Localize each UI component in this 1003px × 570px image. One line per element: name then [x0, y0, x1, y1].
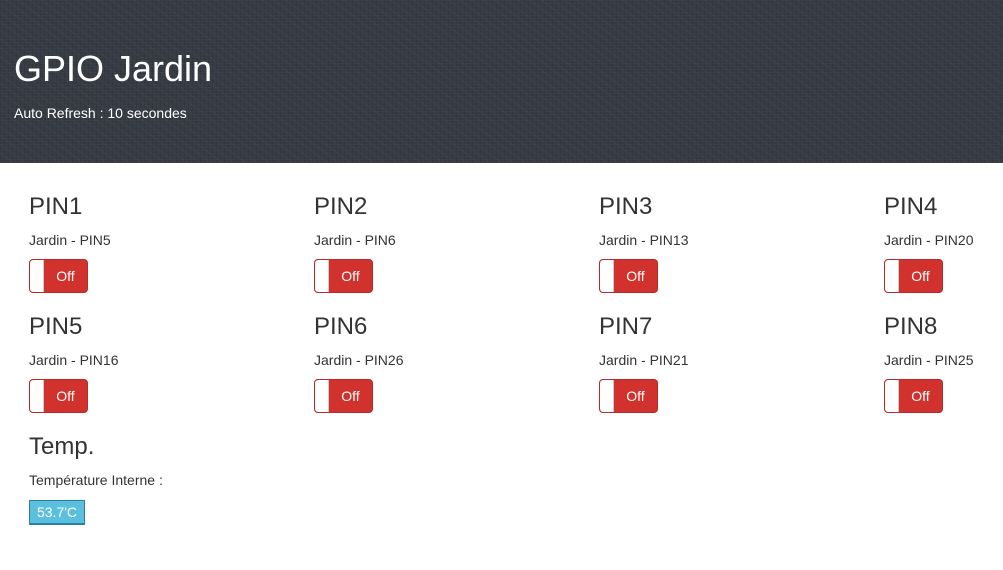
pin-title: PIN6 — [314, 313, 368, 340]
pin5-toggle[interactable]: Off — [29, 379, 88, 413]
pin-title: PIN7 — [599, 313, 653, 340]
pin-description: Jardin - PIN5 — [29, 232, 111, 248]
pin-description: Jardin - PIN16 — [29, 352, 119, 368]
pin-description: Jardin - PIN25 — [884, 352, 974, 368]
page-title: GPIO Jardin — [14, 48, 213, 89]
toggle-handle — [885, 260, 899, 292]
pin-title: PIN2 — [314, 193, 368, 220]
pin6-toggle[interactable]: Off — [314, 379, 373, 413]
pin-description: Jardin - PIN21 — [599, 352, 689, 368]
pin8-toggle[interactable]: Off — [884, 379, 943, 413]
pin-title: PIN1 — [29, 193, 83, 220]
pin2-toggle[interactable]: Off — [314, 259, 373, 293]
pin-title: PIN4 — [884, 193, 938, 220]
pin-description: Jardin - PIN6 — [314, 232, 396, 248]
pin7-toggle[interactable]: Off — [599, 379, 658, 413]
toggle-state-label: Off — [56, 268, 75, 284]
pin-description: Jardin - PIN26 — [314, 352, 404, 368]
toggle-state-label: Off — [341, 388, 360, 404]
auto-refresh-text: Auto Refresh : 10 secondes — [14, 105, 187, 121]
pin1-toggle[interactable]: Off — [29, 259, 88, 293]
toggle-handle — [315, 260, 329, 292]
pin3-toggle[interactable]: Off — [599, 259, 658, 293]
pin-title: PIN3 — [599, 193, 653, 220]
toggle-state-label: Off — [626, 268, 645, 284]
toggle-state-label: Off — [911, 388, 930, 404]
temp-label: Température Interne : — [29, 472, 163, 488]
toggle-handle — [885, 380, 899, 412]
toggle-state-label: Off — [341, 268, 360, 284]
toggle-state-label: Off — [911, 268, 930, 284]
toggle-state-label: Off — [56, 388, 75, 404]
toggle-state-label: Off — [626, 388, 645, 404]
temp-title: Temp. — [29, 433, 95, 460]
toggle-handle — [600, 380, 614, 412]
toggle-handle — [315, 380, 329, 412]
temp-value-badge: 53.7'C — [29, 500, 85, 525]
pin-description: Jardin - PIN13 — [599, 232, 689, 248]
page-header: GPIO Jardin Auto Refresh : 10 secondes — [0, 0, 1003, 163]
pin-description: Jardin - PIN20 — [884, 232, 974, 248]
pin-title: PIN8 — [884, 313, 938, 340]
toggle-handle — [30, 260, 44, 292]
toggle-handle — [600, 260, 614, 292]
toggle-handle — [30, 380, 44, 412]
pin-title: PIN5 — [29, 313, 83, 340]
pin4-toggle[interactable]: Off — [884, 259, 943, 293]
